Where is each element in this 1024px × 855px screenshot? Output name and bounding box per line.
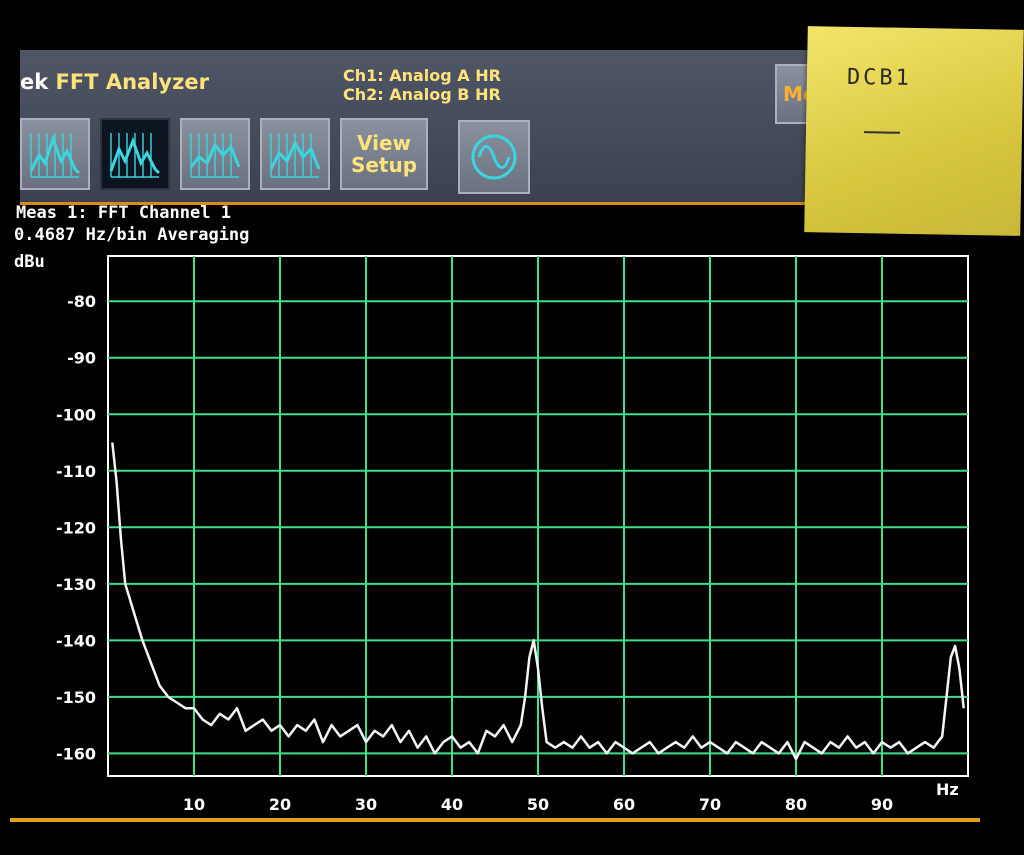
x-axis-ticks: 10 20 30 40 50 60 70 80 90 (183, 795, 893, 814)
sticky-note-text: DCB1 (846, 64, 913, 91)
y-tick-label: -150 (56, 688, 96, 707)
sticky-note: DCB1 (804, 26, 1024, 236)
sticky-note-mark (863, 131, 900, 134)
y-tick-label: -130 (56, 575, 96, 594)
x-tick-label: 30 (355, 795, 377, 814)
x-tick-label: 90 (871, 795, 893, 814)
y-axis-ticks: -80 -90 -100 -110 -120 -130 -140 -150 -160 (56, 292, 96, 763)
x-tick-label: 80 (785, 795, 807, 814)
bezel-accent-line (10, 818, 980, 822)
x-tick-label: 60 (613, 795, 635, 814)
y-tick-label: -160 (56, 744, 96, 763)
plot-grid (108, 256, 968, 776)
x-tick-label: 20 (269, 795, 291, 814)
x-tick-label: 70 (699, 795, 721, 814)
y-tick-label: -90 (67, 349, 96, 368)
x-tick-label: 10 (183, 795, 205, 814)
y-tick-label: -110 (56, 462, 96, 481)
x-axis-unit-label: Hz (936, 780, 959, 799)
y-tick-label: -140 (56, 631, 96, 650)
y-tick-label: -100 (56, 405, 96, 424)
x-tick-label: 40 (441, 795, 463, 814)
analyzer-screen: ek FFT Analyzer Ch1: Analog A HR Ch2: An… (0, 0, 1024, 855)
x-tick-label: 50 (527, 795, 549, 814)
y-tick-label: -80 (67, 292, 96, 311)
y-tick-label: -120 (56, 518, 96, 537)
